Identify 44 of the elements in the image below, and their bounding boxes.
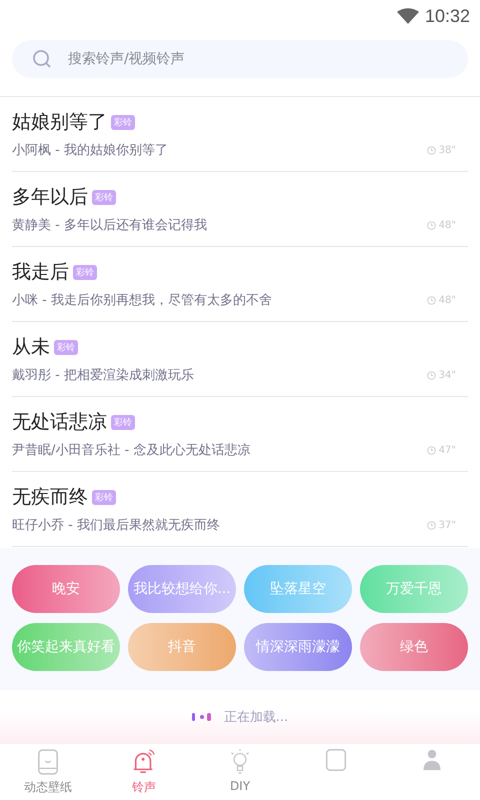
ringback-badge: 彩铃 (92, 490, 116, 504)
song-title: 无疾而终 (12, 485, 88, 510)
ringback-badge: 彩铃 (92, 190, 116, 204)
loading-text: 正在加载... (224, 709, 288, 726)
ringback-badge: 彩铃 (111, 114, 135, 130)
song-artist: 尹昔眠/小田音乐社 - 念及此心无处话悲凉 (12, 442, 250, 459)
bell-icon (132, 748, 156, 776)
loading-icon (192, 712, 214, 722)
person-icon (421, 748, 443, 772)
song-title: 无处话悲凉 (12, 410, 107, 435)
ringback-badge: 彩铃 (73, 264, 97, 280)
wifi-icon (396, 8, 419, 24)
clock-icon (426, 370, 436, 380)
tag-chip[interactable]: 晚安 (12, 565, 120, 613)
clock-icon (426, 146, 436, 154)
square-icon (325, 748, 347, 772)
status-time: 10:32 (424, 6, 470, 26)
song-title: 我走后 (12, 260, 69, 285)
song-title: 从未 (12, 335, 50, 360)
song-artist: 小阿枫 - 我的姑娘你别等了 (12, 142, 168, 159)
song-artist: 戴羽彤 - 把相爱渲染成刺激玩乐 (12, 367, 194, 384)
song-title: 多年以后 (12, 185, 88, 210)
tag-chip[interactable]: 坠落星空 (244, 565, 352, 613)
light-bulb-icon (229, 748, 251, 776)
nav-tab[interactable]: 铃声 (96, 744, 192, 800)
clock-icon (426, 220, 436, 230)
song-title: 姑娘别等了 (12, 110, 107, 135)
tag-chip[interactable]: 情深深雨濛濛 (244, 623, 352, 671)
tag-chip[interactable]: 我比较想给你... (128, 565, 236, 613)
search-field[interactable]: 搜索铃声/视频铃声 (12, 40, 468, 78)
tag-chip[interactable]: 抖音 (128, 623, 236, 671)
clock-icon (426, 296, 436, 304)
clock-icon (426, 520, 436, 530)
song-artist: 小咪 - 我走后你别再想我，尽管有太多的不舍 (12, 292, 272, 309)
nav-tab[interactable]: 动态壁纸 (0, 744, 96, 800)
nav-tab[interactable]: DIY (192, 744, 288, 800)
song-artist: 旺仔小乔 - 我们最后果然就无疾而终 (12, 517, 220, 534)
ringback-badge: 彩铃 (54, 340, 78, 354)
clock-icon (426, 446, 436, 454)
song-artist: 黄静美 - 多年以后还有谁会记得我 (12, 217, 207, 234)
phone-face-icon (37, 748, 59, 776)
tag-chip[interactable]: 绿色 (360, 623, 468, 671)
tag-chip[interactable]: 你笑起来真好看 (12, 623, 120, 671)
ringback-badge: 彩铃 (111, 414, 135, 430)
